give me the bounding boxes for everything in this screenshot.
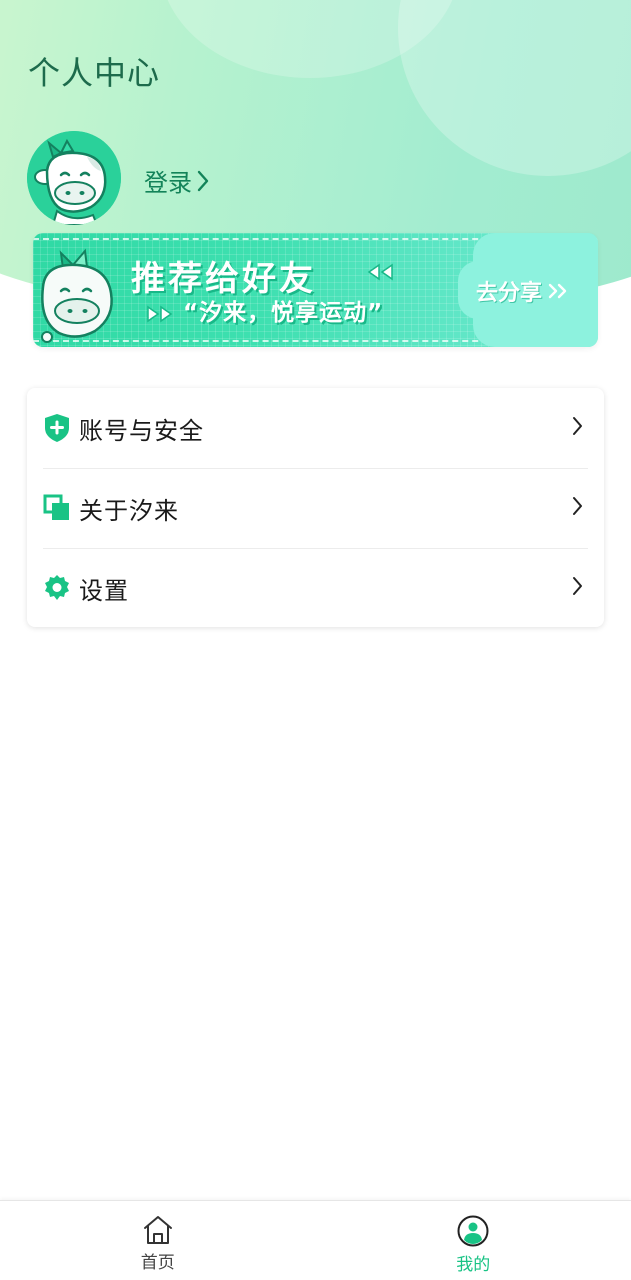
home-icon	[143, 1216, 172, 1244]
tab-label: 我的	[456, 1255, 491, 1275]
cow-mascot-icon	[27, 131, 121, 225]
shield-plus-icon	[43, 413, 71, 443]
bottom-tab-bar: 首页 我的	[0, 1200, 631, 1280]
share-action-label: 去分享	[476, 281, 543, 306]
menu-item-label: 关于汐来	[79, 496, 179, 525]
user-icon	[457, 1215, 489, 1247]
menu-item-label: 账号与安全	[79, 416, 204, 445]
tab-mine[interactable]: 我的	[316, 1201, 631, 1280]
banner-subtitle: “汐来，悦享运动”	[183, 300, 384, 326]
login-link[interactable]: 登录	[144, 163, 210, 198]
rewind-icon	[367, 263, 393, 281]
share-banner[interactable]: 推荐给好友 “汐来，悦享运动” 去分享	[33, 233, 598, 347]
gear-icon	[43, 573, 71, 603]
login-label: 登录	[144, 169, 192, 197]
chevron-right-icon	[573, 577, 582, 595]
profile-page: 个人中心 登录 推荐给好友 “汐来，悦享运动” 去分享 账号与安全 关于汐来 设…	[0, 0, 631, 1280]
menu-item-about[interactable]: 关于汐来	[27, 468, 604, 548]
cow-mascot-icon	[41, 248, 113, 343]
menu-item-label: 设置	[79, 576, 129, 605]
chevron-right-icon	[573, 497, 582, 515]
tab-home[interactable]: 首页	[0, 1201, 316, 1280]
menu-item-settings[interactable]: 设置	[27, 548, 604, 628]
settings-menu-card: 账号与安全 关于汐来 设置	[27, 388, 604, 627]
tab-label: 首页	[140, 1253, 175, 1273]
page-title: 个人中心	[28, 54, 161, 92]
chevron-right-icon	[573, 417, 582, 435]
chevron-right-icon	[197, 170, 209, 191]
avatar[interactable]	[27, 131, 121, 225]
overlap-squares-icon	[43, 493, 71, 523]
double-chevron-right-icon	[548, 283, 567, 299]
menu-item-account-security[interactable]: 账号与安全	[27, 388, 604, 468]
share-action-button[interactable]: 去分享	[476, 275, 570, 307]
fast-forward-icon	[147, 305, 173, 323]
